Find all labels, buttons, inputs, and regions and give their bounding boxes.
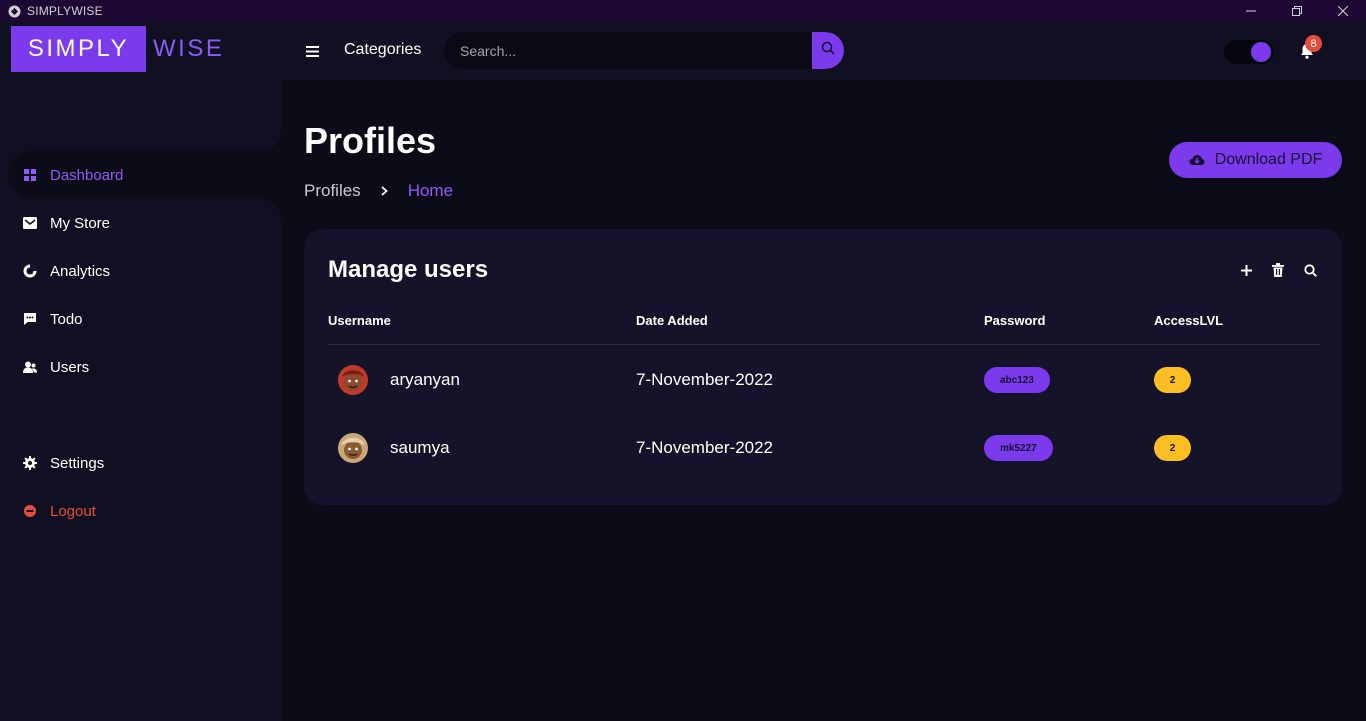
notification-badge: 8 [1305,35,1322,52]
top-bar: SIMPLY WISE Categories 8 [0,22,1366,80]
download-pdf-button[interactable]: Download PDF [1169,142,1342,178]
password-cell: mk5227 [984,419,1053,477]
card-title: Manage users [328,256,489,283]
logo-right-text: WISE [153,35,225,62]
gear-icon [22,455,38,471]
chevron-right-icon [381,186,388,196]
password-cell: abc123 [984,351,1050,409]
table-row[interactable]: aryanyan 7-November-2022 abc123 2 [328,351,1320,409]
logo[interactable]: SIMPLY WISE [11,26,224,72]
date-added: 7-November-2022 [636,438,774,457]
toggle-knob [1251,42,1271,62]
sidebar-item-label: Analytics [50,262,111,280]
grid-icon [22,167,38,183]
main-content: Profiles Profiles Home Download PDF Mana… [281,80,1366,721]
trash-icon[interactable] [1270,262,1286,278]
breadcrumb-item-profiles[interactable]: Profiles [304,181,361,201]
sidebar-item-label: Dashboard [50,166,124,184]
store-icon [22,215,38,231]
window-controls [1228,0,1366,22]
search-input[interactable] [444,32,812,69]
column-header-username[interactable]: Username [328,313,391,328]
search-icon[interactable] [1302,262,1318,278]
cloud-download-icon [1189,154,1205,166]
sidebar-item-label: Todo [50,310,83,328]
password-badge: abc123 [984,367,1050,393]
minimize-icon[interactable] [1228,0,1274,22]
sidebar-item-users[interactable]: Users [0,343,281,391]
window-titlebar: SIMPLYWISE [0,0,1366,22]
close-icon[interactable] [1320,0,1366,22]
sidebar-item-label: My Store [50,214,111,232]
window-title: SIMPLYWISE [27,4,103,18]
username: aryanyan [390,370,460,389]
sidebar-item-label: Users [50,358,90,376]
sidebar-item-my-store[interactable]: My Store [0,199,281,247]
sidebar-item-settings[interactable]: Settings [0,439,281,487]
avatar [336,363,370,397]
sidebar-item-dashboard[interactable]: Dashboard [8,151,281,199]
app-icon [8,5,21,18]
categories-link[interactable]: Categories [344,41,421,59]
date-added: 7-November-2022 [636,370,774,389]
password-badge: mk5227 [984,435,1053,461]
table-header: Username Date Added Password AccessLVL [328,313,1320,345]
column-header-password[interactable]: Password [984,313,1045,328]
sidebar-item-analytics[interactable]: Analytics [0,247,281,295]
breadcrumb-item-home[interactable]: Home [408,181,453,201]
sidebar: Dashboard My Store Analytics Todo Users [0,80,281,721]
access-level-cell: 2 [1154,419,1191,477]
manage-users-card: Manage users Username Date Added Passwor… [304,229,1342,505]
pie-chart-icon [22,263,38,279]
sidebar-item-todo[interactable]: Todo [0,295,281,343]
table-row[interactable]: saumya 7-November-2022 mk5227 2 [328,419,1320,477]
theme-toggle[interactable] [1224,40,1274,64]
access-level-cell: 2 [1154,351,1191,409]
sidebar-item-label: Settings [50,454,105,472]
logout-icon [22,503,38,519]
card-actions [1238,262,1318,278]
search-bar [444,32,844,69]
column-header-date-added[interactable]: Date Added [636,313,708,328]
users-icon [22,359,38,375]
access-level-badge: 2 [1154,367,1191,393]
breadcrumb: Profiles Home [304,181,453,201]
username-cell: aryanyan [336,351,460,409]
avatar [336,431,370,465]
column-header-access-level[interactable]: AccessLVL [1154,313,1223,328]
download-pdf-label: Download PDF [1214,151,1323,168]
logo-left-text: SIMPLY [11,26,146,72]
username-cell: saumya [336,419,450,477]
plus-icon[interactable] [1238,262,1254,278]
search-icon [821,41,835,60]
access-level-badge: 2 [1154,435,1191,461]
username: saumya [390,438,450,457]
restore-icon[interactable] [1274,0,1320,22]
page-title: Profiles [304,120,437,161]
search-button[interactable] [812,32,844,69]
hamburger-menu-icon[interactable] [304,43,320,59]
sidebar-item-label: Logout [50,502,96,520]
sidebar-item-logout[interactable]: Logout [0,487,281,535]
sidebar-nav: Dashboard My Store Analytics Todo Users [0,151,281,535]
message-icon [22,311,38,327]
